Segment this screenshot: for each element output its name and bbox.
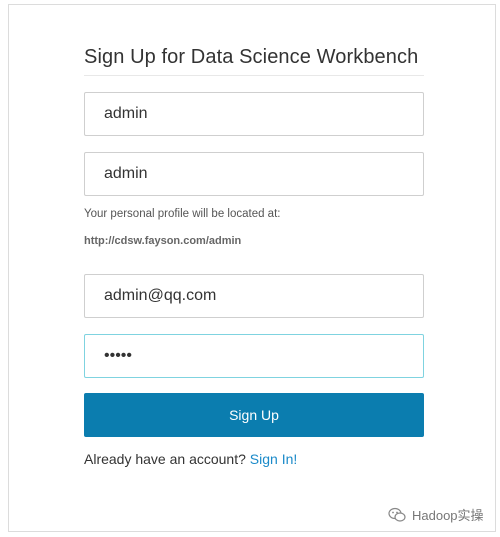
watermark-text: Hadoop实操 [412, 508, 484, 523]
password-input[interactable] [84, 334, 424, 378]
signin-prompt: Already have an account? [84, 451, 246, 467]
page-title: Sign Up for Data Science Workbench [84, 46, 419, 68]
username-input[interactable] [84, 92, 424, 136]
signup-button[interactable]: Sign Up [84, 393, 424, 437]
wechat-icon [388, 507, 406, 522]
page: Sign Up for Data Science Workbench Your … [0, 0, 500, 537]
email-input[interactable] [84, 274, 424, 318]
watermark: Hadoop实操 [388, 505, 484, 524]
fullname-input[interactable] [84, 152, 424, 196]
signin-link[interactable]: Sign In! [250, 451, 297, 467]
profile-hint: Your personal profile will be located at… [84, 208, 281, 220]
title-divider [84, 75, 424, 76]
signin-row: Already have an account? Sign In! [84, 451, 297, 467]
profile-url: http://cdsw.fayson.com/admin [84, 235, 242, 247]
